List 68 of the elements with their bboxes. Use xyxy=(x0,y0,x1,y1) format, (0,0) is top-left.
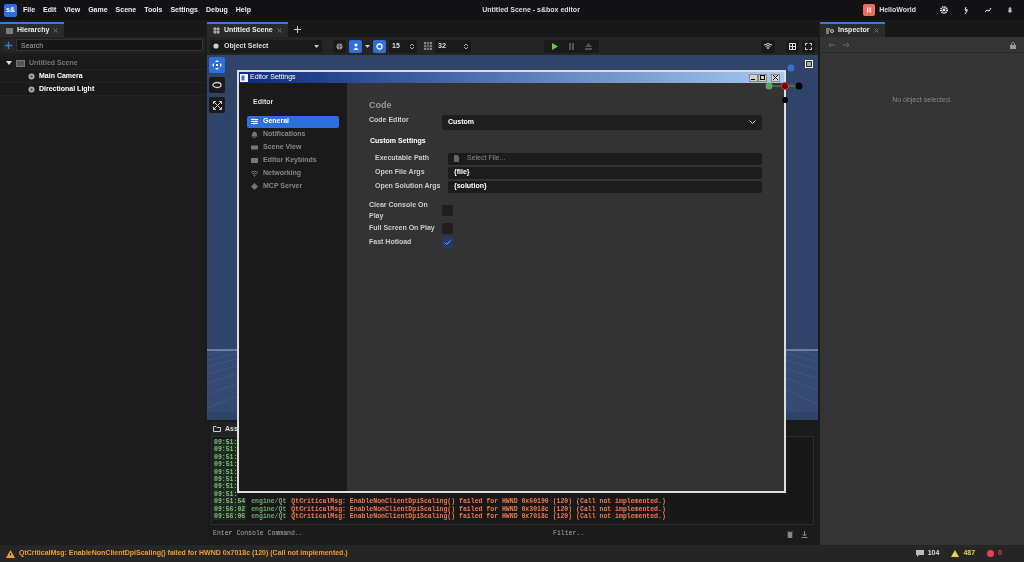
axis-handle-icon xyxy=(787,64,795,72)
lock-icon[interactable] xyxy=(1010,40,1016,49)
spin-arrows-icon xyxy=(410,42,414,50)
file-icon xyxy=(454,155,459,162)
settings-icon[interactable] xyxy=(940,6,948,14)
wifi-icon xyxy=(764,43,772,49)
checkbox[interactable] xyxy=(442,237,453,248)
chip-icon xyxy=(251,183,258,190)
keyboard-icon xyxy=(251,157,258,164)
rotate-tool-button[interactable] xyxy=(209,77,225,93)
sliders-icon xyxy=(251,118,258,125)
fullscreen-button[interactable] xyxy=(802,39,815,53)
grid-icon xyxy=(213,27,220,34)
network-button[interactable] xyxy=(761,39,775,53)
caret-icon[interactable] xyxy=(365,44,370,48)
close-icon[interactable] xyxy=(276,28,282,33)
list-icon xyxy=(6,27,13,34)
bell-icon xyxy=(251,131,258,138)
grid-toggle-icon[interactable] xyxy=(805,60,813,68)
folder-icon xyxy=(213,426,221,432)
inspector-icon xyxy=(826,27,834,34)
close-button[interactable] xyxy=(771,73,780,82)
checkmark-icon xyxy=(444,240,451,245)
trash-icon[interactable] xyxy=(787,530,793,538)
rotate-icon xyxy=(376,42,383,50)
object-icon xyxy=(213,43,219,49)
chevron-down-icon xyxy=(749,120,756,124)
warning-icon xyxy=(6,549,15,558)
wifi-icon xyxy=(251,170,258,177)
maximize-icon xyxy=(760,75,765,81)
fullscreen-icon xyxy=(805,42,812,50)
error-icon xyxy=(987,550,995,557)
add-button[interactable] xyxy=(2,39,14,51)
avatar-icon xyxy=(863,4,876,16)
layout-button[interactable] xyxy=(786,39,799,53)
scene-icon xyxy=(16,59,25,67)
layout-icon xyxy=(789,42,796,50)
person-icon xyxy=(352,42,359,50)
grid-icon xyxy=(424,42,432,50)
scale-tool-button[interactable] xyxy=(209,97,225,113)
rotate-icon xyxy=(212,81,222,89)
close-icon[interactable] xyxy=(53,28,59,33)
eject-icon xyxy=(585,42,592,50)
person-button[interactable] xyxy=(349,39,362,53)
pause-icon xyxy=(569,42,574,50)
settings-heading: Code xyxy=(369,100,392,110)
spin-arrows-icon xyxy=(464,42,468,50)
rotate-snap-button[interactable] xyxy=(373,39,386,53)
message-icon xyxy=(915,550,924,557)
caret-icon xyxy=(314,44,319,48)
maximize-button[interactable] xyxy=(758,73,767,82)
close-icon[interactable] xyxy=(873,28,879,33)
plus-icon xyxy=(4,42,12,50)
minimize-button[interactable] xyxy=(749,73,758,82)
new-tab-icon[interactable] xyxy=(293,26,301,33)
warning-icon xyxy=(951,550,960,557)
play-icon xyxy=(551,42,558,50)
globe-icon xyxy=(336,42,343,50)
download-icon[interactable] xyxy=(801,530,808,538)
move-tool-button[interactable] xyxy=(209,57,225,73)
chart-line-icon[interactable] xyxy=(984,6,992,14)
globe-button[interactable] xyxy=(333,39,346,53)
camera-icon xyxy=(251,144,258,151)
close-icon xyxy=(773,75,778,81)
scale-icon xyxy=(212,100,222,110)
app-icon xyxy=(240,73,248,82)
expand-arrow-icon[interactable] xyxy=(6,60,12,66)
move-icon xyxy=(212,60,222,70)
